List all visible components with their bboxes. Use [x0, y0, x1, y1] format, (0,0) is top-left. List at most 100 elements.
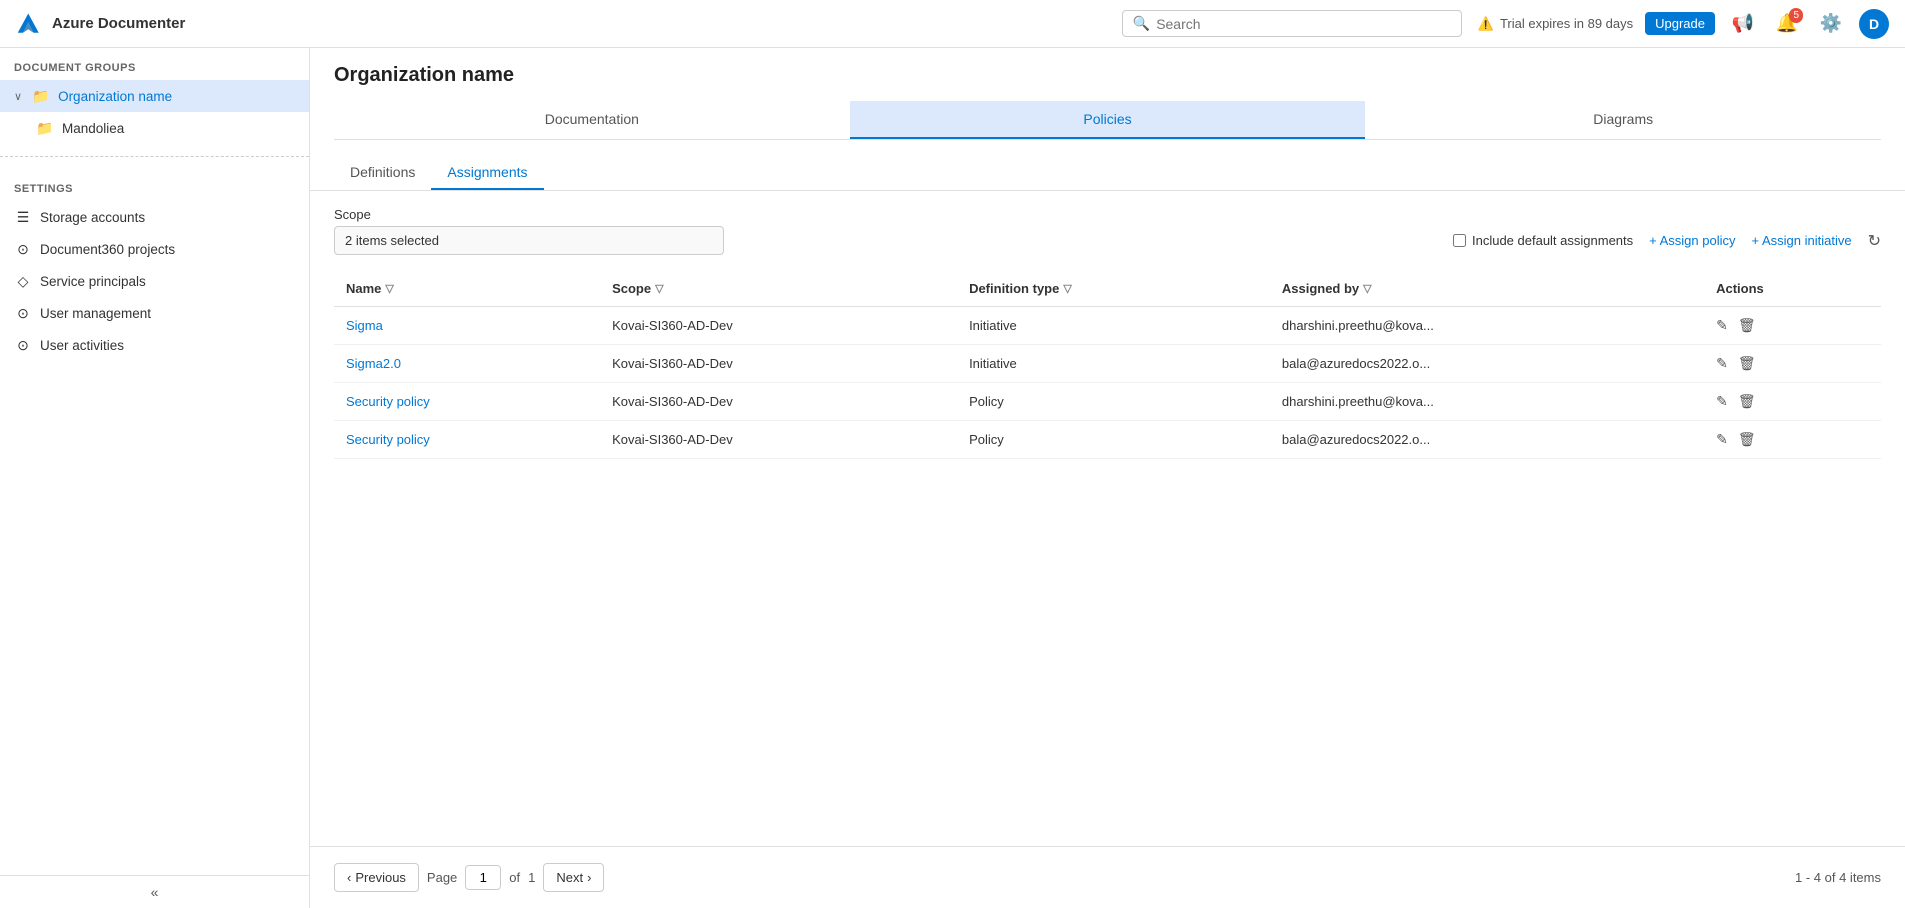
name-filter-icon[interactable]: ▽ — [385, 282, 393, 295]
folder-icon: 📁 — [32, 87, 50, 105]
notification-button[interactable]: 🔔 5 — [1771, 8, 1803, 40]
user-management-icon: ⊙ — [14, 304, 32, 322]
main-layout: DOCUMENT GROUPS ∨ 📁 Organization name 📁 … — [0, 48, 1905, 908]
next-label: Next — [556, 870, 583, 885]
name-link-0[interactable]: Sigma — [346, 318, 383, 333]
sidebar-item-org[interactable]: ∨ 📁 Organization name — [0, 80, 309, 112]
document-groups-label: DOCUMENT GROUPS — [0, 48, 309, 80]
col-definition-type-label: Definition type — [969, 281, 1059, 296]
refresh-icon: ↻ — [1868, 233, 1881, 250]
name-link-1[interactable]: Sigma2.0 — [346, 356, 401, 371]
folder-icon-child: 📁 — [36, 119, 54, 137]
sidebar-item-service-principals[interactable]: ◇ Service principals — [0, 265, 309, 297]
cell-scope-0: Kovai-SI360-AD-Dev — [600, 307, 957, 345]
chevron-right-icon: › — [587, 870, 591, 885]
upgrade-button[interactable]: Upgrade — [1645, 12, 1715, 35]
delete-icon-2[interactable]: 🗑 — [1738, 393, 1756, 410]
scope-controls: Include default assignments + Assign pol… — [1453, 231, 1881, 251]
cell-definition-type-1: Initiative — [957, 345, 1270, 383]
edit-icon-2[interactable]: ✎ — [1716, 393, 1728, 410]
sidebar-item-storage[interactable]: ☰ Storage accounts — [0, 201, 309, 233]
col-scope: Scope ▽ — [600, 271, 957, 307]
cell-definition-type-0: Initiative — [957, 307, 1270, 345]
include-default-checkbox[interactable] — [1453, 234, 1466, 247]
name-link-3[interactable]: Security policy — [346, 432, 430, 447]
scope-dropdown[interactable]: 2 items selected — [334, 226, 724, 255]
cell-name-3: Security policy — [334, 421, 600, 459]
content-header: Organization name Documentation Policies… — [310, 48, 1905, 140]
assign-initiative-button[interactable]: + Assign initiative — [1752, 233, 1852, 248]
sidebar: DOCUMENT GROUPS ∨ 📁 Organization name 📁 … — [0, 48, 310, 908]
name-link-2[interactable]: Security policy — [346, 394, 430, 409]
edit-icon-1[interactable]: ✎ — [1716, 355, 1728, 372]
settings-label: SETTINGS — [0, 169, 309, 201]
brand-name: Azure Documenter — [52, 15, 185, 32]
avatar[interactable]: D — [1859, 9, 1889, 39]
tab-documentation[interactable]: Documentation — [334, 101, 850, 139]
previous-label: Previous — [355, 870, 406, 885]
brand: Azure Documenter — [16, 10, 185, 38]
scope-label: Scope — [334, 207, 1881, 222]
include-default-checkbox-label[interactable]: Include default assignments — [1453, 233, 1633, 248]
search-input[interactable] — [1156, 16, 1451, 32]
cell-actions-1: ✎ 🗑 — [1704, 345, 1881, 383]
table-row: Security policy Kovai-SI360-AD-Dev Polic… — [334, 383, 1881, 421]
next-button[interactable]: Next › — [543, 863, 604, 892]
document360-icon: ⊙ — [14, 240, 32, 258]
chevron-left-icon: ‹ — [347, 870, 351, 885]
of-label: of — [509, 870, 520, 885]
cell-assigned-by-3: bala@azuredocs2022.o... — [1270, 421, 1704, 459]
page-number-input[interactable] — [465, 865, 501, 890]
search-bar[interactable]: 🔍 — [1122, 10, 1462, 37]
table-header: Name ▽ Scope ▽ Definitio — [334, 271, 1881, 307]
table-body: Sigma Kovai-SI360-AD-Dev Initiative dhar… — [334, 307, 1881, 459]
table-row: Sigma Kovai-SI360-AD-Dev Initiative dhar… — [334, 307, 1881, 345]
col-assigned-by-label: Assigned by — [1282, 281, 1359, 296]
sidebar-service-principals-label: Service principals — [40, 274, 146, 289]
tab-diagrams[interactable]: Diagrams — [1365, 101, 1881, 139]
sidebar-item-user-management[interactable]: ⊙ User management — [0, 297, 309, 329]
assigned-by-filter-icon[interactable]: ▽ — [1363, 282, 1371, 295]
sidebar-item-document360[interactable]: ⊙ Document360 projects — [0, 233, 309, 265]
trial-banner: ⚠️ Trial expires in 89 days — [1478, 16, 1633, 32]
col-assigned-by: Assigned by ▽ — [1270, 271, 1704, 307]
col-actions: Actions — [1704, 271, 1881, 307]
edit-icon-0[interactable]: ✎ — [1716, 317, 1728, 334]
megaphone-button[interactable]: 📢 — [1727, 8, 1759, 40]
delete-icon-1[interactable]: 🗑 — [1738, 355, 1756, 372]
page-title: Organization name — [334, 64, 1881, 87]
content-area: Organization name Documentation Policies… — [310, 48, 1905, 908]
definition-type-filter-icon[interactable]: ▽ — [1063, 282, 1071, 295]
storage-icon: ☰ — [14, 208, 32, 226]
edit-icon-3[interactable]: ✎ — [1716, 431, 1728, 448]
policy-table: Name ▽ Scope ▽ Definitio — [334, 271, 1881, 459]
collapse-icon: « — [151, 884, 159, 900]
total-pages: 1 — [528, 870, 535, 885]
scope-filter-icon[interactable]: ▽ — [655, 282, 663, 295]
sidebar-child-label: Mandoliea — [62, 121, 124, 136]
table-row: Security policy Kovai-SI360-AD-Dev Polic… — [334, 421, 1881, 459]
delete-icon-3[interactable]: 🗑 — [1738, 431, 1756, 448]
cell-assigned-by-1: bala@azuredocs2022.o... — [1270, 345, 1704, 383]
cell-name-2: Security policy — [334, 383, 600, 421]
cell-name-1: Sigma2.0 — [334, 345, 600, 383]
sidebar-item-user-activities[interactable]: ⊙ User activities — [0, 329, 309, 361]
previous-button[interactable]: ‹ Previous — [334, 863, 419, 892]
policies-content: Scope 2 items selected Include default a… — [310, 191, 1905, 846]
assign-policy-button[interactable]: + Assign policy — [1649, 233, 1735, 248]
sub-tab-assignments[interactable]: Assignments — [431, 156, 543, 190]
settings-button[interactable]: ⚙️ — [1815, 8, 1847, 40]
cell-scope-1: Kovai-SI360-AD-Dev — [600, 345, 957, 383]
tab-policies[interactable]: Policies — [850, 101, 1366, 139]
delete-icon-0[interactable]: 🗑 — [1738, 317, 1756, 334]
page-label: Page — [427, 870, 457, 885]
cell-actions-0: ✎ 🗑 — [1704, 307, 1881, 345]
sidebar-collapse-button[interactable]: « — [0, 875, 309, 908]
cell-definition-type-3: Policy — [957, 421, 1270, 459]
refresh-button[interactable]: ↻ — [1868, 231, 1881, 251]
cell-actions-2: ✎ 🗑 — [1704, 383, 1881, 421]
sub-tab-definitions[interactable]: Definitions — [334, 156, 431, 190]
cell-scope-2: Kovai-SI360-AD-Dev — [600, 383, 957, 421]
user-activities-icon: ⊙ — [14, 336, 32, 354]
sidebar-item-mandoliea[interactable]: 📁 Mandoliea — [0, 112, 309, 144]
